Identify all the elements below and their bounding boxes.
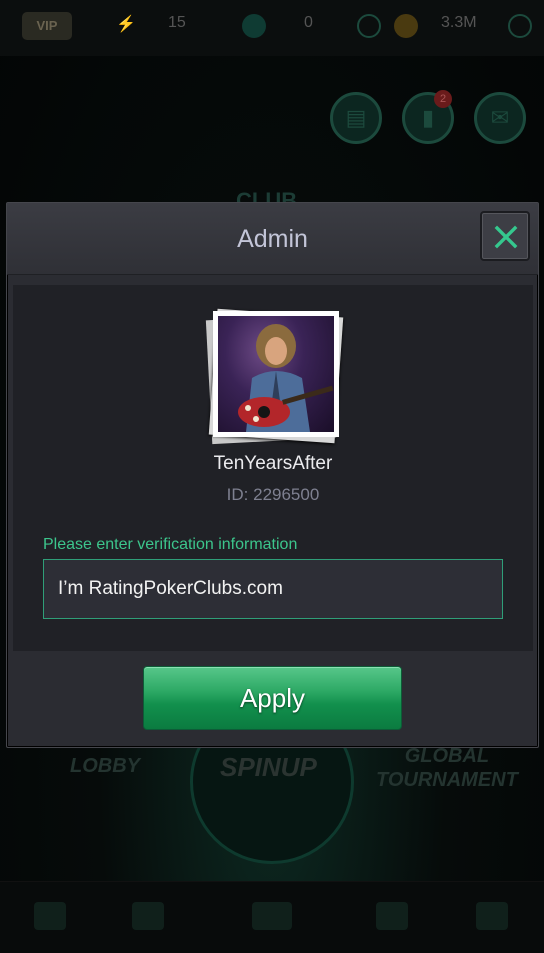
avatar — [205, 308, 344, 445]
avatar-photo — [218, 316, 334, 432]
lobby-label[interactable]: LOBBY — [70, 755, 140, 778]
home-spade-icon[interactable] — [252, 902, 292, 930]
dialog-header: Admin — [7, 203, 538, 275]
gem-icon — [242, 14, 266, 38]
spinup-label[interactable]: SPINUP — [220, 752, 317, 783]
energy-count: 15 — [168, 14, 186, 31]
bottom-navigation — [0, 881, 544, 953]
coin-balance: 3.3M — [441, 14, 477, 31]
verification-label: Please enter verification information — [43, 536, 298, 553]
gift-icon[interactable] — [132, 902, 164, 930]
profile-icon[interactable] — [476, 902, 508, 930]
mail-icon[interactable]: ✉ — [474, 92, 526, 144]
close-icon — [494, 225, 518, 249]
apply-button[interactable]: Apply — [143, 666, 402, 730]
avatar-photo-frame — [213, 311, 339, 437]
stats-icon[interactable] — [376, 902, 408, 930]
vip-badge[interactable]: VIP — [22, 12, 72, 40]
coin-icon — [394, 14, 418, 38]
username: TenYearsAfter — [213, 453, 333, 474]
user-id: ID: 2296500 — [226, 485, 320, 504]
shop-icon[interactable] — [34, 902, 66, 930]
close-button[interactable] — [480, 211, 530, 261]
notification-badge: 2 — [434, 90, 452, 108]
admin-dialog: Admin TenYearsAfter ID: 2296500 Please e… — [6, 202, 539, 748]
gem-count: 0 — [304, 14, 313, 31]
calendar-icon[interactable]: ▤ — [330, 92, 382, 144]
add-coins-icon[interactable] — [508, 14, 532, 38]
dialog-body: TenYearsAfter ID: 2296500 Please enter v… — [13, 285, 533, 651]
dialog-title: Admin — [237, 225, 308, 253]
global-tournament-label[interactable]: GLOBAL TOURNAMENT — [376, 744, 518, 792]
add-gems-icon[interactable] — [357, 14, 381, 38]
lightning-icon: ⚡ — [116, 16, 136, 33]
verification-input[interactable] — [43, 559, 503, 619]
top-status-bar: VIP ⚡ 15 0 3.3M — [0, 0, 544, 56]
